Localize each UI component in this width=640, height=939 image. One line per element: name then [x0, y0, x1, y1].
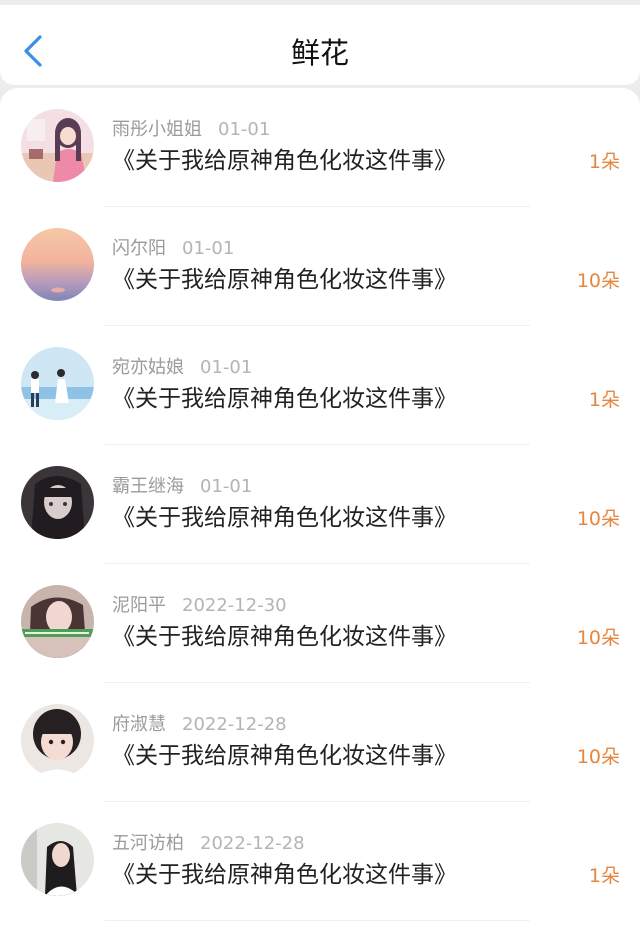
sender-meta: 府淑慧 2022-12-28 [112, 713, 287, 737]
avatar[interactable] [21, 109, 94, 182]
sender-meta: 闪尔阳 01-01 [112, 237, 234, 261]
sender-meta: 雨彤小姐姐 01-01 [112, 118, 270, 142]
gift-date: 01-01 [182, 238, 235, 259]
gift-date: 01-01 [200, 357, 253, 378]
list-item[interactable]: 五河访柏 2022-12-28 《关于我给原神角色化妆这件事》 1朵 [0, 802, 640, 921]
work-title[interactable]: 《关于我给原神角色化妆这件事》 [112, 741, 457, 771]
sender-name[interactable]: 府淑慧 [112, 714, 166, 735]
list-item[interactable]: 雨彤小姐姐 01-01 《关于我给原神角色化妆这件事》 1朵 [0, 88, 640, 207]
flower-gift-list: 雨彤小姐姐 01-01 《关于我给原神角色化妆这件事》 1朵 闪尔阳 01-01… [0, 88, 640, 939]
sender-name[interactable]: 霸王继海 [112, 476, 184, 497]
list-item[interactable]: 宛亦姑娘 01-01 《关于我给原神角色化妆这件事》 1朵 [0, 326, 640, 445]
gift-date: 2022-12-28 [200, 833, 305, 854]
flower-count: 1朵 [588, 389, 620, 411]
work-title[interactable]: 《关于我给原神角色化妆这件事》 [112, 146, 457, 176]
flower-count: 1朵 [588, 865, 620, 887]
sender-name[interactable]: 雨彤小姐姐 [112, 119, 202, 140]
list-item[interactable]: 闪尔阳 01-01 《关于我给原神角色化妆这件事》 10朵 [0, 207, 640, 326]
list-item[interactable]: 泥阳平 2022-12-30 《关于我给原神角色化妆这件事》 10朵 [0, 564, 640, 683]
gift-date: 2022-12-30 [182, 595, 287, 616]
avatar[interactable] [21, 466, 94, 539]
flower-count: 10朵 [576, 270, 620, 292]
avatar[interactable] [21, 823, 94, 896]
gift-date: 01-01 [200, 476, 253, 497]
sender-name[interactable]: 闪尔阳 [112, 238, 166, 259]
page-title: 鲜花 [290, 36, 349, 70]
gift-date: 01-01 [218, 119, 271, 140]
work-title[interactable]: 《关于我给原神角色化妆这件事》 [112, 265, 457, 295]
sender-name[interactable]: 泥阳平 [112, 595, 166, 616]
list-item[interactable]: 霸王继海 01-01 《关于我给原神角色化妆这件事》 10朵 [0, 445, 640, 564]
divider [105, 920, 530, 921]
sender-meta: 五河访柏 2022-12-28 [112, 832, 305, 856]
work-title[interactable]: 《关于我给原神角色化妆这件事》 [112, 622, 457, 652]
sender-meta: 泥阳平 2022-12-30 [112, 594, 287, 618]
sender-name[interactable]: 宛亦姑娘 [112, 357, 184, 378]
sender-meta: 宛亦姑娘 01-01 [112, 356, 252, 380]
work-title[interactable]: 《关于我给原神角色化妆这件事》 [112, 860, 457, 890]
sender-meta: 霸王继海 01-01 [112, 475, 252, 499]
work-title[interactable]: 《关于我给原神角色化妆这件事》 [112, 503, 457, 533]
flower-count: 1朵 [588, 151, 620, 173]
flower-count: 10朵 [576, 746, 620, 768]
top-nav-bar: 鲜花 [0, 5, 640, 85]
avatar[interactable] [21, 704, 94, 777]
gift-date: 2022-12-28 [182, 714, 287, 735]
avatar[interactable] [21, 585, 94, 658]
sender-name[interactable]: 五河访柏 [112, 833, 184, 854]
avatar[interactable] [21, 228, 94, 301]
work-title[interactable]: 《关于我给原神角色化妆这件事》 [112, 384, 457, 414]
flower-count: 10朵 [576, 508, 620, 530]
avatar[interactable] [21, 347, 94, 420]
flower-count: 10朵 [576, 627, 620, 649]
list-item[interactable]: 府淑慧 2022-12-28 《关于我给原神角色化妆这件事》 10朵 [0, 683, 640, 802]
